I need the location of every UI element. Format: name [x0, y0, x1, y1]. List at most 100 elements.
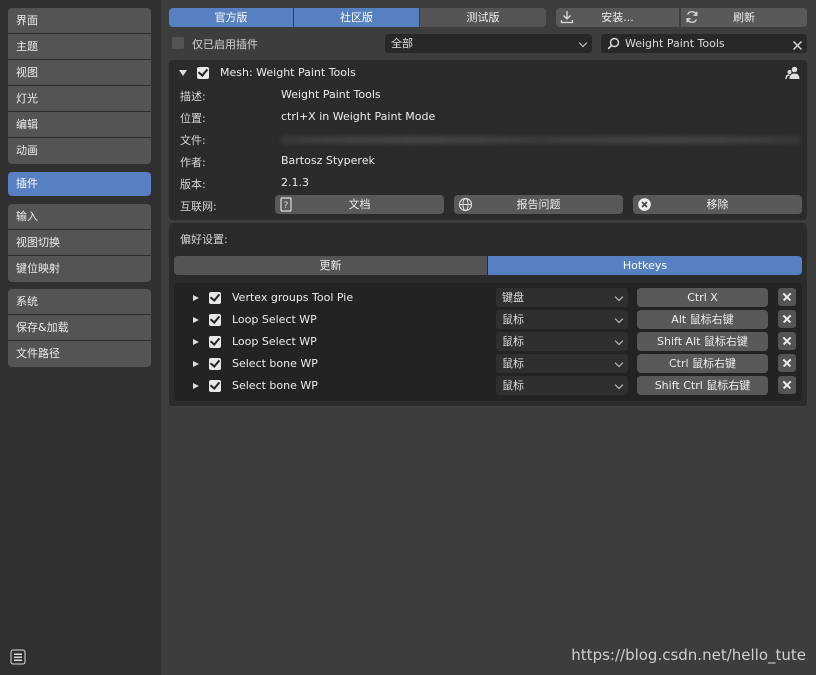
svg-text:?: ? [284, 201, 289, 211]
hotkey-type-dropdown[interactable]: 鼠标 [496, 354, 628, 373]
sidebar-item-keymap[interactable]: 键位映射 [8, 256, 151, 282]
clear-search-icon[interactable] [792, 38, 803, 50]
sidebar-item-themes[interactable]: 主题 [8, 34, 151, 60]
sidebar-item-viewport[interactable]: 视图 [8, 60, 151, 86]
download-icon [560, 10, 574, 24]
watermark-text: https://blog.csdn.net/hello_tute [571, 646, 806, 664]
remove-hotkey-icon[interactable] [778, 310, 796, 328]
sidebar: 界面 主题 视图 灯光 编辑 动画 插件 输入 视图切换 键位映射 系统 保存&… [0, 0, 161, 675]
sidebar-item-interface[interactable]: 界面 [8, 8, 151, 34]
version-value: 2.1.3 [281, 176, 309, 189]
install-button[interactable]: 安装... [556, 8, 679, 27]
documentation-button[interactable]: ? 文档 [275, 195, 444, 214]
tab-testing[interactable]: 测试版 [420, 8, 546, 27]
remove-hotkey-icon[interactable] [778, 354, 796, 372]
addon-panel: Mesh: Weight Paint Tools 描述: Weight Pain… [169, 60, 807, 220]
location-label: 位置: [180, 112, 206, 125]
sidebar-item-animation[interactable]: 动画 [8, 138, 151, 164]
search-value: Weight Paint Tools [625, 37, 725, 50]
hotkey-name: Vertex groups Tool Pie [232, 291, 354, 304]
author-value: Bartosz Styperek [281, 154, 375, 167]
enabled-only-checkbox[interactable] [172, 37, 184, 49]
sidebar-item-editing[interactable]: 编辑 [8, 112, 151, 138]
tab-community[interactable]: 社区版 [294, 8, 419, 27]
tab-hotkeys[interactable]: Hotkeys [488, 256, 802, 275]
file-path-blurred [281, 136, 801, 144]
sidebar-item-navigation[interactable]: 视图切换 [8, 230, 151, 256]
hotkey-key-button[interactable]: Alt 鼠标右键 [637, 310, 768, 329]
hotkey-key-button[interactable]: Shift Ctrl 鼠标右键 [637, 376, 768, 395]
hotkey-type-dropdown[interactable]: 鼠标 [496, 332, 628, 351]
refresh-label: 刷新 [733, 11, 755, 24]
sidebar-item-system[interactable]: 系统 [8, 289, 151, 315]
report-bug-button[interactable]: 报告问题 [454, 195, 623, 214]
enabled-only-label: 仅已启用插件 [192, 38, 258, 51]
file-label: 文件: [180, 134, 206, 147]
hotkey-row: Loop Select WP 鼠标 Shift Alt 鼠标右键 [174, 331, 802, 353]
collapse-arrow-icon[interactable] [179, 70, 187, 76]
tab-updater[interactable]: 更新 [174, 256, 487, 275]
description-label: 描述: [180, 90, 206, 103]
sidebar-item-addons[interactable]: 插件 [8, 172, 151, 196]
version-label: 版本: [180, 178, 206, 191]
remove-hotkey-icon[interactable] [778, 332, 796, 350]
expand-arrow-icon[interactable] [193, 317, 199, 323]
location-value: ctrl+X in Weight Paint Mode [281, 110, 436, 123]
remove-button[interactable]: 移除 [633, 195, 802, 214]
report-bug-label: 报告问题 [516, 198, 561, 211]
remove-hotkey-icon[interactable] [778, 288, 796, 306]
menu-icon[interactable] [10, 649, 26, 665]
sidebar-group-3: 系统 保存&加载 文件路径 [8, 289, 151, 367]
hotkey-type-value: 键盘 [502, 291, 524, 304]
hotkey-key-button[interactable]: Ctrl X [637, 288, 768, 307]
category-dropdown[interactable]: 全部 [385, 34, 592, 53]
community-user-icon [785, 65, 801, 81]
hotkey-key-button[interactable]: Ctrl 鼠标右键 [637, 354, 768, 373]
hotkey-type-value: 鼠标 [502, 335, 524, 348]
chevron-down-icon [614, 358, 624, 368]
hotkey-type-dropdown[interactable]: 鼠标 [496, 310, 628, 329]
hotkey-key-button[interactable]: Shift Alt 鼠标右键 [637, 332, 768, 351]
description-value: Weight Paint Tools [281, 88, 381, 101]
install-label: 安装... [601, 11, 634, 24]
hotkey-checkbox[interactable] [209, 358, 221, 370]
hotkey-type-value: 鼠标 [502, 357, 524, 370]
chevron-down-icon [578, 38, 588, 48]
sidebar-item-file-paths[interactable]: 文件路径 [8, 341, 151, 367]
sidebar-group-addons: 插件 [8, 172, 151, 196]
sidebar-item-input[interactable]: 输入 [8, 204, 151, 230]
search-icon [607, 37, 620, 50]
sidebar-group-1: 界面 主题 视图 灯光 编辑 动画 [8, 8, 151, 164]
expand-arrow-icon[interactable] [193, 295, 199, 301]
expand-arrow-icon[interactable] [193, 339, 199, 345]
refresh-icon [685, 10, 699, 24]
remove-label: 移除 [706, 198, 729, 211]
expand-arrow-icon[interactable] [193, 383, 199, 389]
tab-official[interactable]: 官方版 [169, 8, 293, 27]
hotkey-checkbox[interactable] [209, 314, 221, 326]
refresh-button[interactable]: 刷新 [681, 8, 807, 27]
hotkey-checkbox[interactable] [209, 336, 221, 348]
hotkey-row: Loop Select WP 鼠标 Alt 鼠标右键 [174, 309, 802, 331]
hotkey-row: Select bone WP 鼠标 Ctrl 鼠标右键 [174, 353, 802, 375]
help-document-icon: ? [280, 197, 292, 212]
sidebar-item-lights[interactable]: 灯光 [8, 86, 151, 112]
hotkey-checkbox[interactable] [209, 292, 221, 304]
sidebar-group-2: 输入 视图切换 键位映射 [8, 204, 151, 282]
expand-arrow-icon[interactable] [193, 361, 199, 367]
hotkey-row: Vertex groups Tool Pie 键盘 Ctrl X [174, 287, 802, 309]
hotkey-name: Select bone WP [232, 357, 318, 370]
category-value: 全部 [391, 37, 413, 50]
remove-hotkey-icon[interactable] [778, 376, 796, 394]
hotkey-type-dropdown[interactable]: 鼠标 [496, 376, 628, 395]
addon-enabled-checkbox[interactable] [197, 67, 209, 79]
remove-x-icon [637, 197, 652, 212]
hotkey-type-value: 鼠标 [502, 313, 524, 326]
addon-title: Mesh: Weight Paint Tools [220, 66, 356, 79]
hotkey-type-dropdown[interactable]: 键盘 [496, 288, 628, 307]
search-input[interactable]: Weight Paint Tools [601, 34, 807, 53]
hotkey-checkbox[interactable] [209, 380, 221, 392]
hotkey-row: Select bone WP 鼠标 Shift Ctrl 鼠标右键 [174, 375, 802, 397]
chevron-down-icon [614, 314, 624, 324]
sidebar-item-save-load[interactable]: 保存&加载 [8, 315, 151, 341]
